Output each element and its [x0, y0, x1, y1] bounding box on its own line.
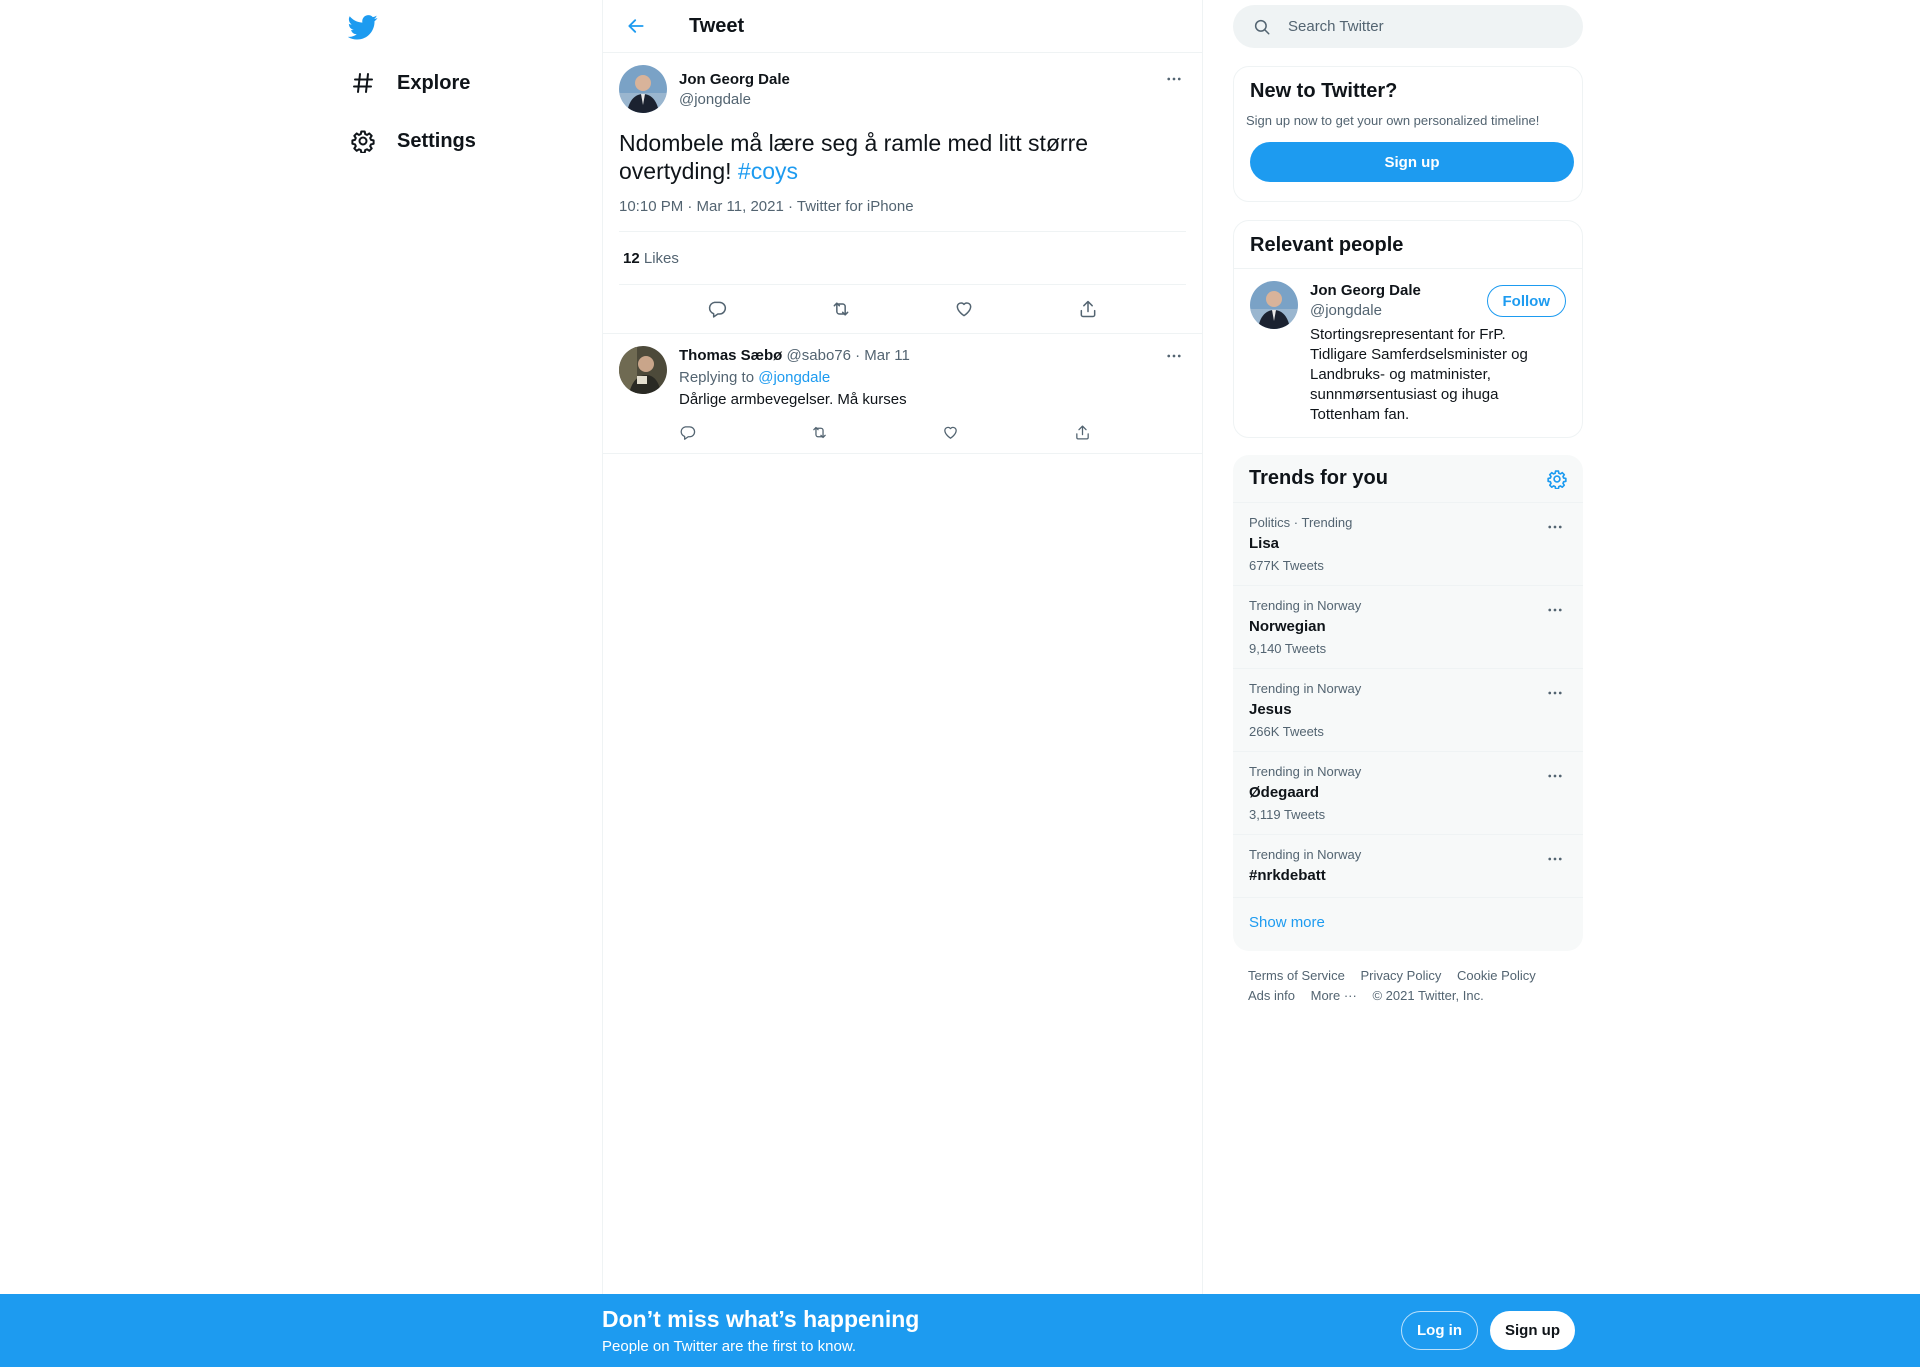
more-icon[interactable] [1543, 847, 1567, 871]
reply-tweet[interactable]: Thomas Sæbø @sabo76 · Mar 11 Replying to… [603, 333, 1202, 454]
trend-count: 9,140 Tweets [1249, 641, 1327, 656]
likes-label: Likes [643, 250, 679, 267]
retweet-icon[interactable] [811, 417, 841, 447]
new-to-twitter-title: New to Twitter? [1250, 80, 1398, 102]
relevant-people-title: Relevant people [1250, 234, 1404, 256]
nav-settings[interactable]: Settings [350, 121, 476, 161]
person-item[interactable]: Jon Georg Dale @jongdale Stortingsrepres… [1234, 269, 1582, 437]
more-link[interactable]: More ··· [1311, 986, 1357, 1006]
trend-context: Politics · Trending [1249, 515, 1353, 530]
sign-up-button[interactable]: Sign up [1250, 142, 1574, 182]
bottom-sign-up-button[interactable]: Sign up [1490, 1311, 1575, 1350]
trend-name: Ødegaard [1249, 784, 1320, 801]
back-button[interactable] [619, 9, 653, 43]
nav-settings-label: Settings [397, 129, 476, 152]
gear-icon [350, 128, 376, 154]
reply-actions [679, 417, 1104, 447]
trend-context: Trending in Norway [1249, 847, 1362, 862]
search-icon [1254, 19, 1270, 34]
retweet-icon[interactable] [824, 292, 858, 326]
like-icon[interactable] [942, 417, 972, 447]
more-icon[interactable] [1543, 681, 1567, 705]
hashtag-link[interactable]: #coys [738, 158, 798, 184]
trends-card: Trends for you Politics · Trending Lisa … [1233, 455, 1583, 951]
tweet-meta[interactable]: 10:10 PM · Mar 11, 2021 · Twitter for iP… [619, 198, 1186, 232]
main-header: Tweet [603, 0, 1202, 53]
avatar[interactable] [1250, 281, 1298, 329]
likes-count: 12 [623, 250, 640, 267]
trend-name: #nrkdebatt [1249, 867, 1326, 884]
replying-to-handle[interactable]: @jongdale [758, 369, 830, 386]
reply-text: Dårlige armbevegelser. Må kurses [679, 391, 907, 408]
footer-links: Terms of Service Privacy Policy Cookie P… [1248, 966, 1568, 1006]
reply-handle-date[interactable]: @sabo76 · Mar 11 [787, 347, 910, 364]
replying-to-label: Replying to [679, 369, 759, 386]
nav-explore-label: Explore [397, 71, 471, 94]
copyright: © 2021 Twitter, Inc. [1372, 988, 1484, 1003]
trend-count: 266K Tweets [1249, 724, 1324, 739]
replying-to: Replying to @jongdale [679, 368, 1186, 388]
cookie-link[interactable]: Cookie Policy [1457, 966, 1536, 986]
likes-count-row[interactable]: 12 Likes [619, 232, 1186, 285]
author-name[interactable]: Jon Georg Dale [679, 70, 790, 90]
avatar[interactable] [619, 65, 667, 113]
tweet-text-body: Ndombele må lære seg å ramle med litt st… [619, 130, 1089, 184]
tweet-actions [619, 285, 1186, 333]
main-tweet: Jon Georg Dale @jongdale Ndombele må lær… [603, 53, 1202, 333]
hashtag-icon [350, 70, 376, 96]
nav-explore[interactable]: Explore [350, 63, 470, 103]
share-icon[interactable] [1074, 417, 1104, 447]
avatar[interactable] [619, 346, 667, 394]
twitter-bird-icon[interactable] [347, 12, 378, 42]
ads-info-link[interactable]: Ads info [1248, 986, 1295, 1006]
trends-title: Trends for you [1249, 467, 1388, 489]
log-in-button[interactable]: Log in [1401, 1311, 1478, 1350]
person-bio: Stortingsrepresentant for FrP. Tidligare… [1310, 326, 1528, 423]
bottom-signup-bar: Don’t miss what’s happening People on Tw… [0, 1294, 1920, 1367]
trend-item[interactable]: Trending in Norway Jesus 266K Tweets [1233, 669, 1583, 752]
more-icon[interactable] [1162, 67, 1186, 91]
like-icon[interactable] [947, 292, 981, 326]
more-icon[interactable] [1543, 598, 1567, 622]
follow-button[interactable]: Follow [1486, 285, 1566, 317]
trend-name: Norwegian [1249, 618, 1326, 635]
privacy-link[interactable]: Privacy Policy [1360, 966, 1441, 986]
share-icon[interactable] [1071, 292, 1105, 326]
trend-context: Trending in Norway [1249, 764, 1362, 779]
trend-item[interactable]: Trending in Norway Norwegian 9,140 Tweet… [1233, 586, 1583, 669]
terms-link[interactable]: Terms of Service [1248, 966, 1345, 986]
bottom-bar-title: Don’t miss what’s happening [602, 1306, 920, 1332]
more-icon[interactable] [1543, 764, 1567, 788]
trend-item[interactable]: Politics · Trending Lisa 677K Tweets [1233, 503, 1583, 586]
search-input[interactable] [1288, 18, 1558, 35]
more-icon[interactable] [1543, 515, 1567, 539]
author-handle[interactable]: @jongdale [679, 90, 790, 110]
trend-count: 677K Tweets [1249, 558, 1324, 573]
new-to-twitter-card: New to Twitter? Sign up now to get your … [1233, 66, 1583, 202]
new-to-twitter-subtitle: Sign up now to get your own personalized… [1246, 113, 1540, 128]
relevant-people-card: Relevant people Jon Georg Dale @jongdale… [1233, 220, 1583, 438]
arrow-left-icon [628, 19, 644, 33]
page-title: Tweet [689, 14, 745, 37]
tweet-text: Ndombele må lære seg å ramle med litt st… [619, 129, 1186, 185]
reply-icon[interactable] [700, 292, 734, 326]
gear-icon[interactable] [1547, 469, 1567, 489]
main-column: Tweet Jon Georg Dale @jongdale Ndombele … [602, 0, 1203, 1294]
more-icon[interactable] [1162, 344, 1186, 368]
search-box[interactable] [1233, 5, 1583, 48]
trend-item[interactable]: Trending in Norway Ødegaard 3,119 Tweets [1233, 752, 1583, 835]
trend-name: Lisa [1249, 535, 1280, 552]
reply-icon[interactable] [679, 417, 709, 447]
trend-context: Trending in Norway [1249, 681, 1362, 696]
trend-count: 3,119 Tweets [1249, 807, 1326, 822]
trend-name: Jesus [1249, 701, 1292, 718]
trend-item[interactable]: Trending in Norway #nrkdebatt [1233, 835, 1583, 898]
bottom-bar-subtitle: People on Twitter are the first to know. [602, 1338, 857, 1355]
show-more-link[interactable]: Show more [1233, 898, 1583, 947]
trend-context: Trending in Norway [1249, 598, 1362, 613]
reply-author-name[interactable]: Thomas Sæbø [679, 347, 782, 364]
